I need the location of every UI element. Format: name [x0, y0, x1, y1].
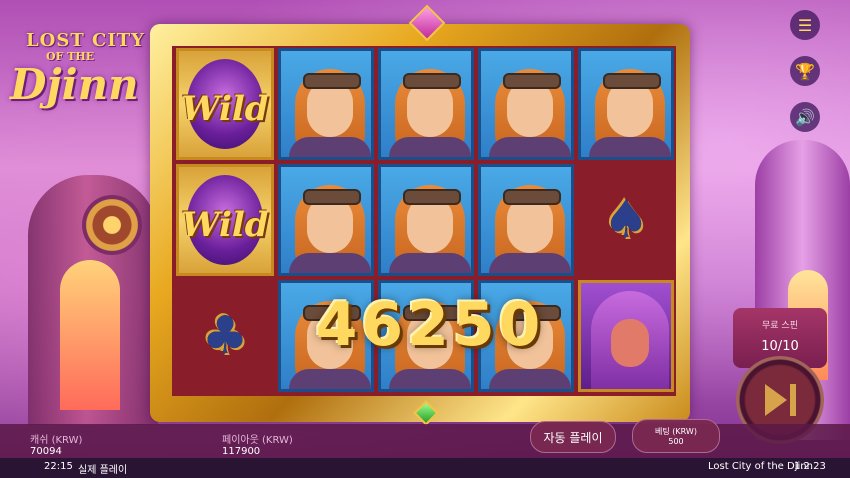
spade-icon: ♠	[602, 190, 650, 250]
menu-icon: ☰	[797, 15, 813, 35]
trophy-icon: 🏆	[795, 61, 815, 81]
cash-label: 캐쉬 (KRW)	[30, 435, 83, 446]
reel-1-row-1-wild-symbol: Wild	[176, 48, 274, 160]
clock: 22:15	[44, 461, 73, 472]
reel-5-row-2-spade-symbol: ♠	[578, 164, 674, 276]
payout-stat: 페이아웃 (KRW) 117900	[222, 431, 293, 457]
autoplay-button[interactable]: 자동 플레이	[530, 421, 616, 453]
reel-3-row-2-pilot-symbol	[378, 164, 474, 276]
payout-value: 117900	[222, 446, 261, 457]
game-version: 1.2.23	[794, 461, 826, 472]
reel-2-row-2-pilot-symbol	[278, 164, 374, 276]
sound-button[interactable]: 🔊	[790, 102, 820, 132]
game-logo: LOST CITY OF THE Djinn	[6, 30, 156, 120]
status-bar: 22:15 실제 플레이 Lost City of the Djinn 1.2.…	[0, 458, 850, 478]
bottom-bar	[0, 424, 850, 458]
club-icon: ♣	[201, 306, 249, 366]
skip-bar-icon	[789, 384, 796, 416]
reel-4-row-1-pilot-symbol	[478, 48, 574, 160]
speaker-icon: 🔊	[795, 107, 815, 127]
left-archway-decor	[60, 260, 120, 410]
free-spins-label: 무료 스핀	[762, 321, 798, 331]
logo-line-3: Djinn	[10, 60, 139, 109]
bet-button[interactable]: 베팅 (KRW) 500	[632, 419, 720, 453]
autoplay-label: 자동 플레이	[543, 430, 603, 445]
emblem-decor	[82, 195, 142, 255]
reel-5-row-3-djinn-symbol	[578, 280, 674, 392]
play-icon	[764, 384, 787, 416]
menu-button[interactable]: ☰	[790, 10, 820, 40]
reel-4-row-2-pilot-symbol	[478, 164, 574, 276]
leaderboard-button[interactable]: 🏆	[790, 56, 820, 86]
play-mode: 실제 플레이	[78, 465, 128, 476]
reel-1-row-3-club-symbol: ♣	[176, 280, 274, 392]
bet-value: 500	[668, 437, 684, 446]
payout-label: 페이아웃 (KRW)	[222, 435, 293, 446]
win-amount: 46250	[315, 290, 545, 360]
free-spins-count: 10/10	[761, 339, 799, 354]
logo-line-1: LOST CITY	[26, 30, 145, 51]
reel-2-row-1-pilot-symbol	[278, 48, 374, 160]
reel-5-row-1-pilot-symbol	[578, 48, 674, 160]
cash-stat: 캐쉬 (KRW) 70094	[30, 431, 82, 457]
cash-value: 70094	[30, 446, 62, 457]
bet-label: 베팅 (KRW)	[655, 427, 697, 436]
reel-1-row-2-wild-symbol: Wild	[176, 164, 274, 276]
reel-3-row-1-pilot-symbol	[378, 48, 474, 160]
